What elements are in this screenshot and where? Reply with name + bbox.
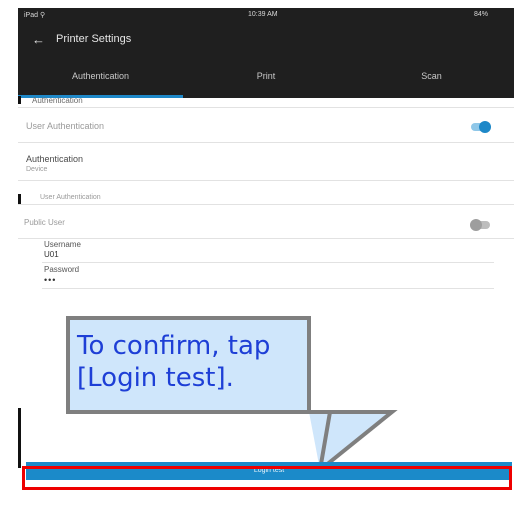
highlight-box bbox=[22, 466, 512, 490]
callout-text: To confirm, tap [Login test]. bbox=[77, 331, 271, 393]
callout-balloon bbox=[66, 316, 398, 475]
